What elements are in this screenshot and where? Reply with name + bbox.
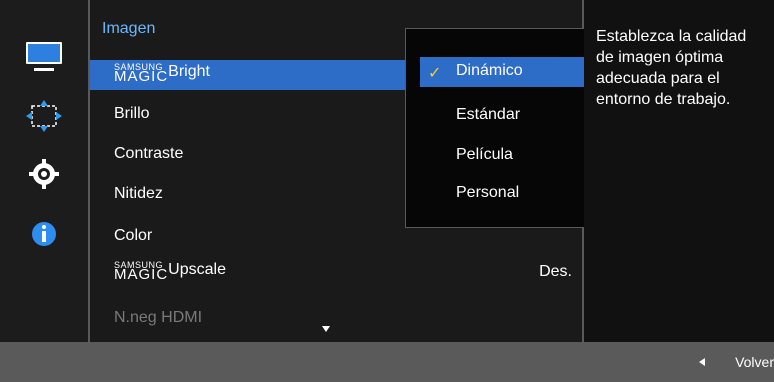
category-rail <box>0 0 88 342</box>
menu-item-magic-upscale[interactable]: SAMSUNG MAGIC Upscale Des. <box>90 258 582 288</box>
back-button[interactable]: Volver <box>699 352 774 372</box>
menu-item-label: Brillo <box>114 105 150 122</box>
monitor-icon[interactable] <box>24 38 64 74</box>
help-text: Establezca la calidad de imagen óptima a… <box>596 28 747 108</box>
samsung-magic-logo: SAMSUNG MAGIC <box>114 260 169 283</box>
menu-title: Imagen <box>102 20 156 37</box>
info-icon[interactable] <box>24 216 64 252</box>
osd-window: Imagen SAMSUNG MAGIC Bright Brillo Contr… <box>0 0 774 382</box>
help-panel: Establezca la calidad de imagen óptima a… <box>584 0 774 342</box>
check-icon: ✓ <box>428 65 442 82</box>
menu-item-label: Bright <box>168 63 210 80</box>
option-label: Estándar <box>456 106 521 123</box>
menu-item-label: Upscale <box>168 261 226 278</box>
left-arrow-icon <box>699 358 706 366</box>
picture-menu: Imagen SAMSUNG MAGIC Bright Brillo Contr… <box>88 0 670 342</box>
menu-item-value: Des. <box>539 263 572 280</box>
menu-item-label: N.neg HDMI <box>114 309 203 326</box>
menu-item-label: Contraste <box>114 145 184 162</box>
back-label: Volver <box>735 354 774 370</box>
option-label: Personal <box>456 184 520 201</box>
magic-bright-label-group: SAMSUNG MAGIC Bright <box>114 62 210 85</box>
gear-icon[interactable] <box>24 156 64 192</box>
samsung-magic-logo: SAMSUNG MAGIC <box>114 62 169 85</box>
magic-upscale-label-group: SAMSUNG MAGIC Upscale <box>114 260 226 283</box>
menu-item-label: Nitidez <box>114 185 163 202</box>
option-label: Dinámico <box>456 62 523 79</box>
footer-bar: Volver <box>0 342 774 382</box>
option-label: Película <box>456 146 513 163</box>
menu-item-label: Color <box>114 227 153 244</box>
menu-item-hdmi-black-level: N.neg HDMI <box>90 304 582 334</box>
arrows-icon[interactable] <box>24 98 64 134</box>
scroll-down-icon[interactable] <box>322 326 330 332</box>
